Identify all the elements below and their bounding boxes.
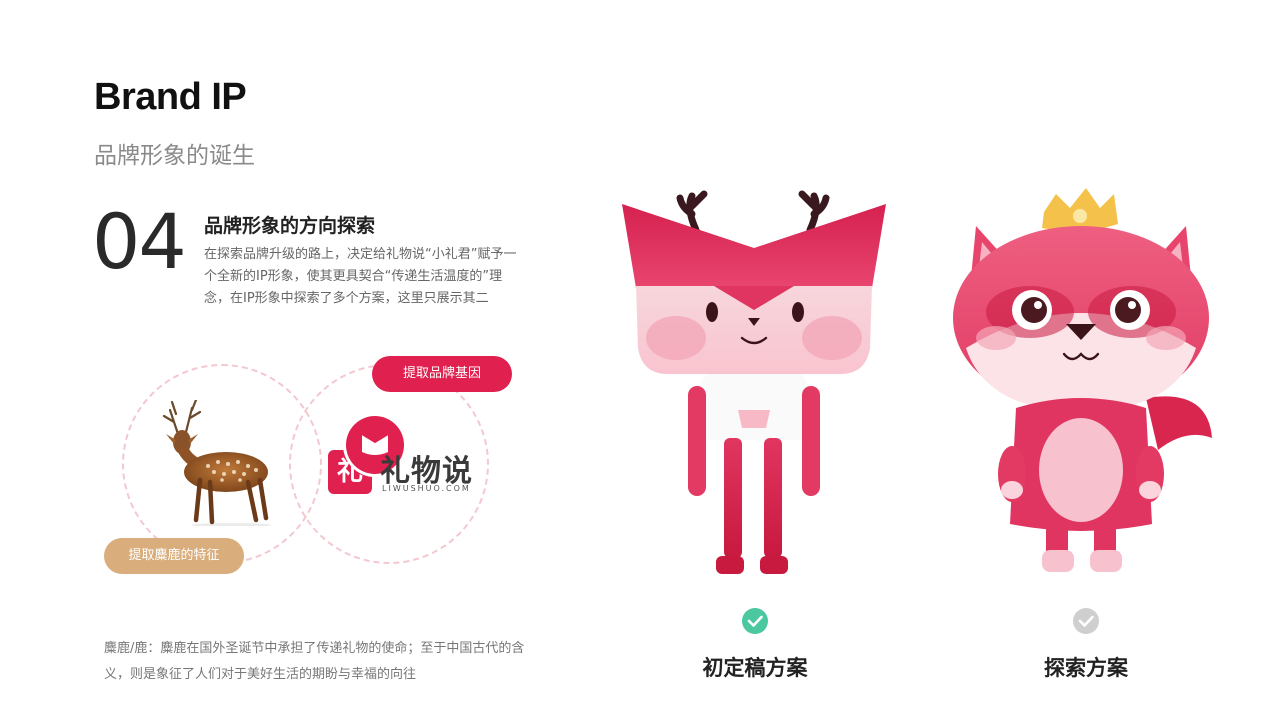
option-2-caption: 探索方案 (1044, 656, 1128, 680)
deer-image (162, 400, 271, 526)
deer-mascot-image (622, 190, 886, 574)
section-number: 04 (92, 197, 187, 286)
section-description: 在探索品牌升级的路上，决定给礼物说“小礼君”赋予一个全新的IP形象，使其更具契合… (204, 247, 517, 306)
selected-check-icon (742, 608, 768, 634)
option-1-caption: 初定稿方案 (702, 656, 808, 680)
brand-logo: 礼 礼物说 LIWUSHUO.COM (328, 416, 478, 498)
section-title: 品牌形象的方向探索 (204, 215, 376, 237)
page-title: Brand IP (94, 76, 247, 118)
logo-url: LIWUSHUO.COM (382, 484, 471, 493)
deer-note: 麋鹿/鹿：麋鹿在国外圣诞节中承担了传递礼物的使命；至于中国古代的含义，则是象征了… (104, 641, 525, 682)
raccoon-mascot-image (953, 188, 1212, 572)
extract-brand-gene-label: 提取品牌基因 (372, 356, 512, 392)
page-subtitle: 品牌形象的诞生 (94, 143, 255, 169)
unselected-check-icon (1073, 608, 1099, 634)
extract-deer-feature-label: 提取麋鹿的特征 (104, 538, 244, 574)
